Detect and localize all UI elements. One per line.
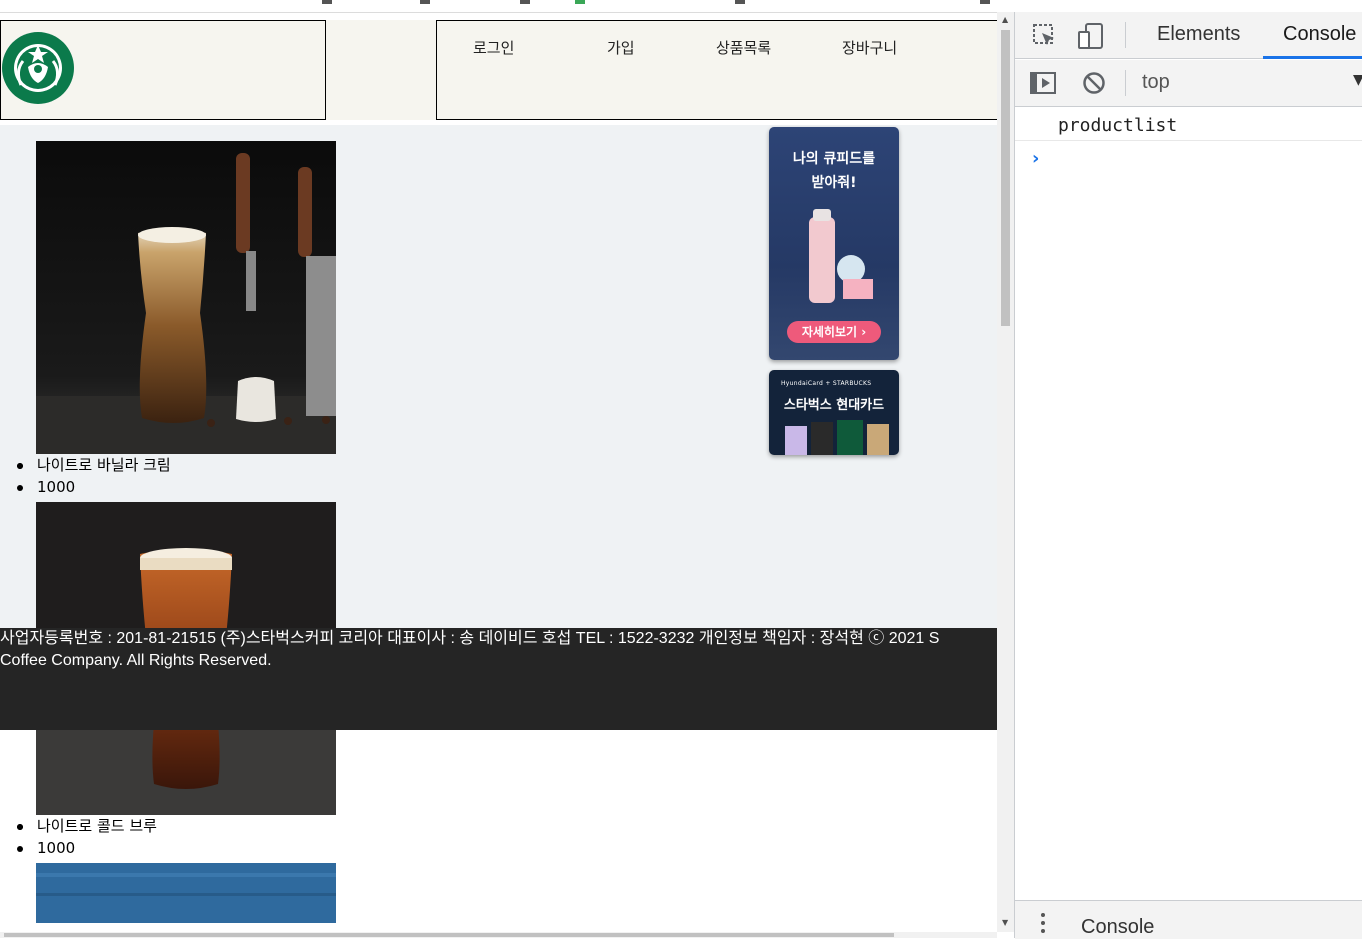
strip-mark: [735, 0, 745, 4]
top-strip: [0, 0, 997, 13]
product-price: 1000: [0, 837, 336, 859]
strip-mark: [420, 0, 430, 4]
card-banner[interactable]: HyundaiCard + STARBUCKS 스타벅스 현대카드: [769, 370, 899, 455]
horizontal-scrollbar[interactable]: [0, 932, 997, 938]
product-list: 나이트로 바닐라 크림 1000 나이트로 콜드 브루 1000: [0, 141, 336, 923]
chevron-down-icon[interactable]: ▼: [1353, 72, 1362, 88]
strip-mark: [980, 0, 990, 4]
nav-join[interactable]: 가입: [607, 37, 635, 58]
list-item: [0, 141, 336, 454]
scroll-up-icon[interactable]: ▲: [1002, 15, 1008, 24]
clear-console-icon[interactable]: [1082, 71, 1106, 95]
promo-title-line2: 받아줘!: [811, 175, 857, 191]
console-toolbar: top ▼: [1015, 60, 1362, 107]
main-nav: 로그인 가입 상품목록 장바구니: [436, 20, 997, 120]
run-icon[interactable]: [1029, 71, 1057, 95]
scroll-down-icon[interactable]: ▼: [1002, 918, 1008, 927]
promo-tumbler-image: [809, 209, 873, 303]
product-name: 나이트로 콜드 브루: [0, 815, 336, 837]
strip-mark: [575, 0, 585, 4]
device-toolbar-icon[interactable]: [1077, 22, 1105, 50]
footer-line1: 사업자등록번호 : 201-81-21515 (주)스타벅스커피 코리아 대표이…: [0, 630, 940, 647]
product-photo-wrap: [0, 863, 336, 923]
product-image[interactable]: [36, 863, 336, 923]
promo-title: 나의 큐피드를 받아줘!: [769, 147, 899, 195]
product-image[interactable]: [36, 141, 336, 454]
nav-login[interactable]: 로그인: [473, 37, 514, 58]
promo-title-line1: 나의 큐피드를: [792, 151, 876, 167]
more-icon[interactable]: [1041, 913, 1045, 937]
starbucks-logo[interactable]: [1, 31, 75, 105]
devtools-tabbar: Elements Console: [1015, 12, 1362, 59]
vertical-scrollbar[interactable]: ▲ ▼: [997, 12, 1014, 932]
product-name: 나이트로 바닐라 크림: [0, 454, 336, 476]
toolbar-separator: [1125, 22, 1126, 48]
active-tab-indicator: [1263, 56, 1362, 59]
product-price: 1000: [0, 476, 336, 498]
prompt-chevron-icon[interactable]: ›: [1032, 148, 1039, 169]
promo-banner[interactable]: 나의 큐피드를 받아줘! 자세히보기 ›: [769, 127, 899, 360]
context-selector[interactable]: top: [1142, 71, 1170, 94]
card-banner-subtitle: HyundaiCard + STARBUCKS: [781, 380, 872, 387]
site-header: 로그인 가입 상품목록 장바구니: [0, 20, 997, 120]
product-photo-wrap: [0, 141, 336, 454]
strip-mark: [520, 0, 530, 4]
toolbar-separator: [1125, 70, 1126, 96]
strip-mark: [322, 0, 332, 4]
console-drawer: Console: [1015, 900, 1362, 939]
nav-product-list[interactable]: 상품목록: [716, 37, 771, 58]
tab-console[interactable]: Console: [1283, 23, 1356, 46]
site-footer: 사업자등록번호 : 201-81-21515 (주)스타벅스커피 코리아 대표이…: [0, 628, 997, 730]
console-divider: [1015, 140, 1362, 141]
browser-viewport: 로그인 가입 상품목록 장바구니 나이트로 바닐라 크림 1000 나이트로 콜…: [0, 0, 997, 938]
nav-cart[interactable]: 장바구니: [842, 37, 897, 58]
logo-box: [0, 20, 326, 120]
card-banner-image: [785, 420, 889, 455]
vertical-scrollbar-thumb[interactable]: [1001, 30, 1010, 326]
tab-elements[interactable]: Elements: [1157, 23, 1240, 46]
drawer-console-tab[interactable]: Console: [1081, 916, 1154, 939]
devtools-panel: Elements Console top ▼ productlist › Con…: [1014, 12, 1362, 939]
card-banner-title: 스타벅스 현대카드: [783, 398, 885, 413]
list-item: [0, 863, 336, 923]
console-message: productlist: [1058, 115, 1178, 136]
footer-line2: Coffee Company. All Rights Reserved.: [0, 652, 272, 669]
inspect-icon[interactable]: [1032, 23, 1058, 49]
horizontal-scrollbar-thumb[interactable]: [4, 933, 894, 937]
promo-more-button[interactable]: 자세히보기 ›: [787, 321, 881, 343]
